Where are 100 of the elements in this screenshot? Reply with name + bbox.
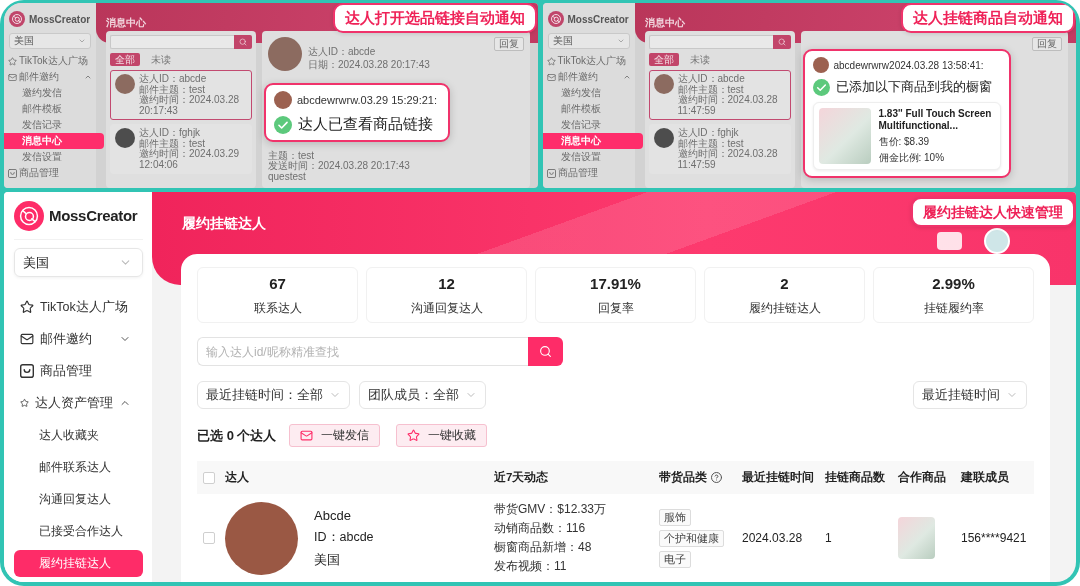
menu-item[interactable]: 商品管理: [14, 357, 143, 385]
stat-label: 履约挂链达人: [748, 301, 821, 315]
mail-icon: [8, 72, 17, 82]
message-meta: 邀约时间：2024.03.29 12:04:06: [139, 149, 241, 170]
reply-button[interactable]: 回复: [493, 37, 524, 51]
filter-dropdown[interactable]: 最近挂链时间：全部: [197, 381, 350, 409]
menu-item[interactable]: 邀约发信: [542, 85, 635, 101]
activity-stat: 橱窗商品新增：48: [494, 539, 592, 556]
notification-message: 达人已查看商品链接: [298, 115, 433, 134]
message-card[interactable]: 达人ID：abcde 邮件主题：test 邀约时间：2024.03.28 11:47:59: [648, 70, 791, 120]
menu-item[interactable]: 邮件模板: [4, 101, 96, 117]
stat-label: 挂链履约率: [923, 301, 984, 315]
menu-item[interactable]: 商品管理: [542, 165, 635, 181]
sort-dropdown[interactable]: 最近挂链时间: [913, 381, 1027, 409]
activity-stat: 动销商品数：116: [494, 520, 586, 537]
activity-stat: 发布视频：11: [494, 558, 567, 575]
checkbox[interactable]: [203, 532, 215, 544]
check-icon: [812, 79, 830, 96]
menu-item[interactable]: 发信设置: [542, 149, 635, 165]
menu-item[interactable]: TikTok达人广场: [4, 53, 96, 69]
header-icon-button[interactable]: [937, 232, 962, 250]
column-header: 最近挂链时间: [742, 470, 814, 485]
message-meta: 达人ID：fghjk: [139, 128, 201, 139]
filter-dropdown[interactable]: 团队成员：全部: [359, 381, 486, 409]
mail-icon: [546, 72, 556, 82]
logo-icon: [14, 200, 44, 231]
message-meta: 邮件主题：test: [677, 84, 745, 95]
search-button[interactable]: [528, 337, 563, 366]
detail-meta: 达人ID：abcde: [308, 47, 377, 58]
menu-item[interactable]: 沟通回复达人: [14, 485, 143, 513]
box-icon: [8, 168, 17, 178]
checkbox[interactable]: [203, 471, 215, 484]
stat-value: 2: [780, 275, 789, 292]
menu-item[interactable]: 邮件邀约: [4, 69, 96, 85]
stat-value: 2.99%: [932, 275, 975, 292]
message-meta: 邀约时间：2024.03.28 11:47:59: [677, 95, 779, 116]
menu-item[interactable]: 消息中心: [4, 133, 104, 149]
menu-item[interactable]: TikTok达人广场: [542, 53, 635, 69]
search-icon: [539, 345, 552, 358]
feature-callout: 履约挂链达人快速管理: [911, 197, 1075, 227]
message-card[interactable]: 达人ID：fghjk 邮件主题：test 邀约时间：2024.03.28 11:47:59: [648, 124, 791, 174]
filter-tab[interactable]: 全部: [110, 53, 140, 66]
menu-item[interactable]: 达人资产管理: [14, 389, 143, 417]
message-meta: 邮件主题：test: [139, 138, 207, 149]
bulk-action-button[interactable]: 一键发信: [289, 424, 381, 447]
logo-icon: [547, 11, 564, 27]
region-select[interactable]: 美国: [9, 33, 91, 49]
filter-tab[interactable]: 未读: [684, 53, 715, 66]
menu-item[interactable]: TikTok达人广场: [14, 293, 143, 321]
menu-item[interactable]: 发信设置: [4, 149, 96, 165]
filter-tab[interactable]: 未读: [146, 53, 176, 66]
page-title: 消息中心: [106, 17, 146, 28]
stat-value: 17.91%: [590, 275, 641, 292]
avatar: [115, 128, 135, 148]
notification-message: 已添加以下商品到我的橱窗: [835, 79, 992, 96]
notification-sender: abcdewrwrw2024.03.28 13:58:41:: [833, 59, 984, 71]
menu-item[interactable]: 消息中心: [542, 133, 643, 149]
menu-item[interactable]: 履约挂链达人: [14, 549, 143, 577]
star-icon: [20, 396, 29, 410]
avatar: [653, 74, 674, 94]
feature-callout: 达人打开选品链接自动通知: [332, 3, 537, 33]
menu-item[interactable]: 商品管理: [4, 165, 96, 181]
message-card[interactable]: 达人ID：abcde 邮件主题：test 邀约时间：2024.03.28 20:17:43: [110, 70, 252, 120]
region-select[interactable]: 美国: [14, 248, 143, 277]
product-price: 售价: $8.39: [878, 136, 931, 148]
menu-item[interactable]: 邮件联系达人: [14, 453, 143, 481]
region-select[interactable]: 美国: [547, 33, 630, 49]
page-title: 消息中心: [644, 17, 685, 28]
help-icon[interactable]: [711, 472, 722, 483]
detail-meta: 发送时间：2024.03.28 20:17:43: [268, 161, 411, 172]
message-card[interactable]: 达人ID：fghjk 邮件主题：test 邀约时间：2024.03.29 12:04:06: [110, 124, 252, 174]
search-field[interactable]: [110, 35, 234, 49]
menu-item[interactable]: 邀约发信: [4, 85, 96, 101]
column-header: 达人: [225, 470, 249, 485]
search-field[interactable]: [648, 35, 773, 49]
logo-text: MossCreator: [29, 13, 91, 25]
menu-item[interactable]: 发信记录: [4, 117, 96, 133]
star-icon: [8, 56, 17, 66]
message-meta: 达人ID：abcde: [677, 74, 746, 84]
creator-country: 美国: [314, 551, 341, 569]
menu-item[interactable]: 发信记录: [542, 117, 635, 133]
menu-item[interactable]: 已接受合作达人: [14, 517, 143, 545]
search-field[interactable]: 输入达人id/昵称精准查找: [197, 337, 528, 366]
avatar: [812, 57, 829, 73]
column-header: 挂链商品数: [825, 470, 885, 485]
avatar[interactable]: [984, 228, 1010, 254]
reply-button[interactable]: 回复: [1032, 37, 1062, 51]
bulk-action-button[interactable]: 一键收藏: [396, 424, 488, 447]
stat-value: 67: [269, 275, 286, 292]
message-meta: 邮件主题：test: [139, 84, 207, 95]
search-icon: [239, 38, 247, 46]
menu-item[interactable]: 达人收藏夹: [14, 421, 143, 449]
table-cell: 1: [825, 531, 832, 545]
column-header: 建联成员: [961, 470, 1009, 485]
search-button[interactable]: [234, 35, 252, 49]
filter-tab[interactable]: 全部: [648, 53, 679, 66]
menu-item[interactable]: 邮件模板: [542, 101, 635, 117]
menu-item[interactable]: 邮件邀约: [542, 69, 635, 85]
stat-label: 联系达人: [253, 301, 302, 315]
menu-item[interactable]: 邮件邀约: [14, 325, 143, 353]
